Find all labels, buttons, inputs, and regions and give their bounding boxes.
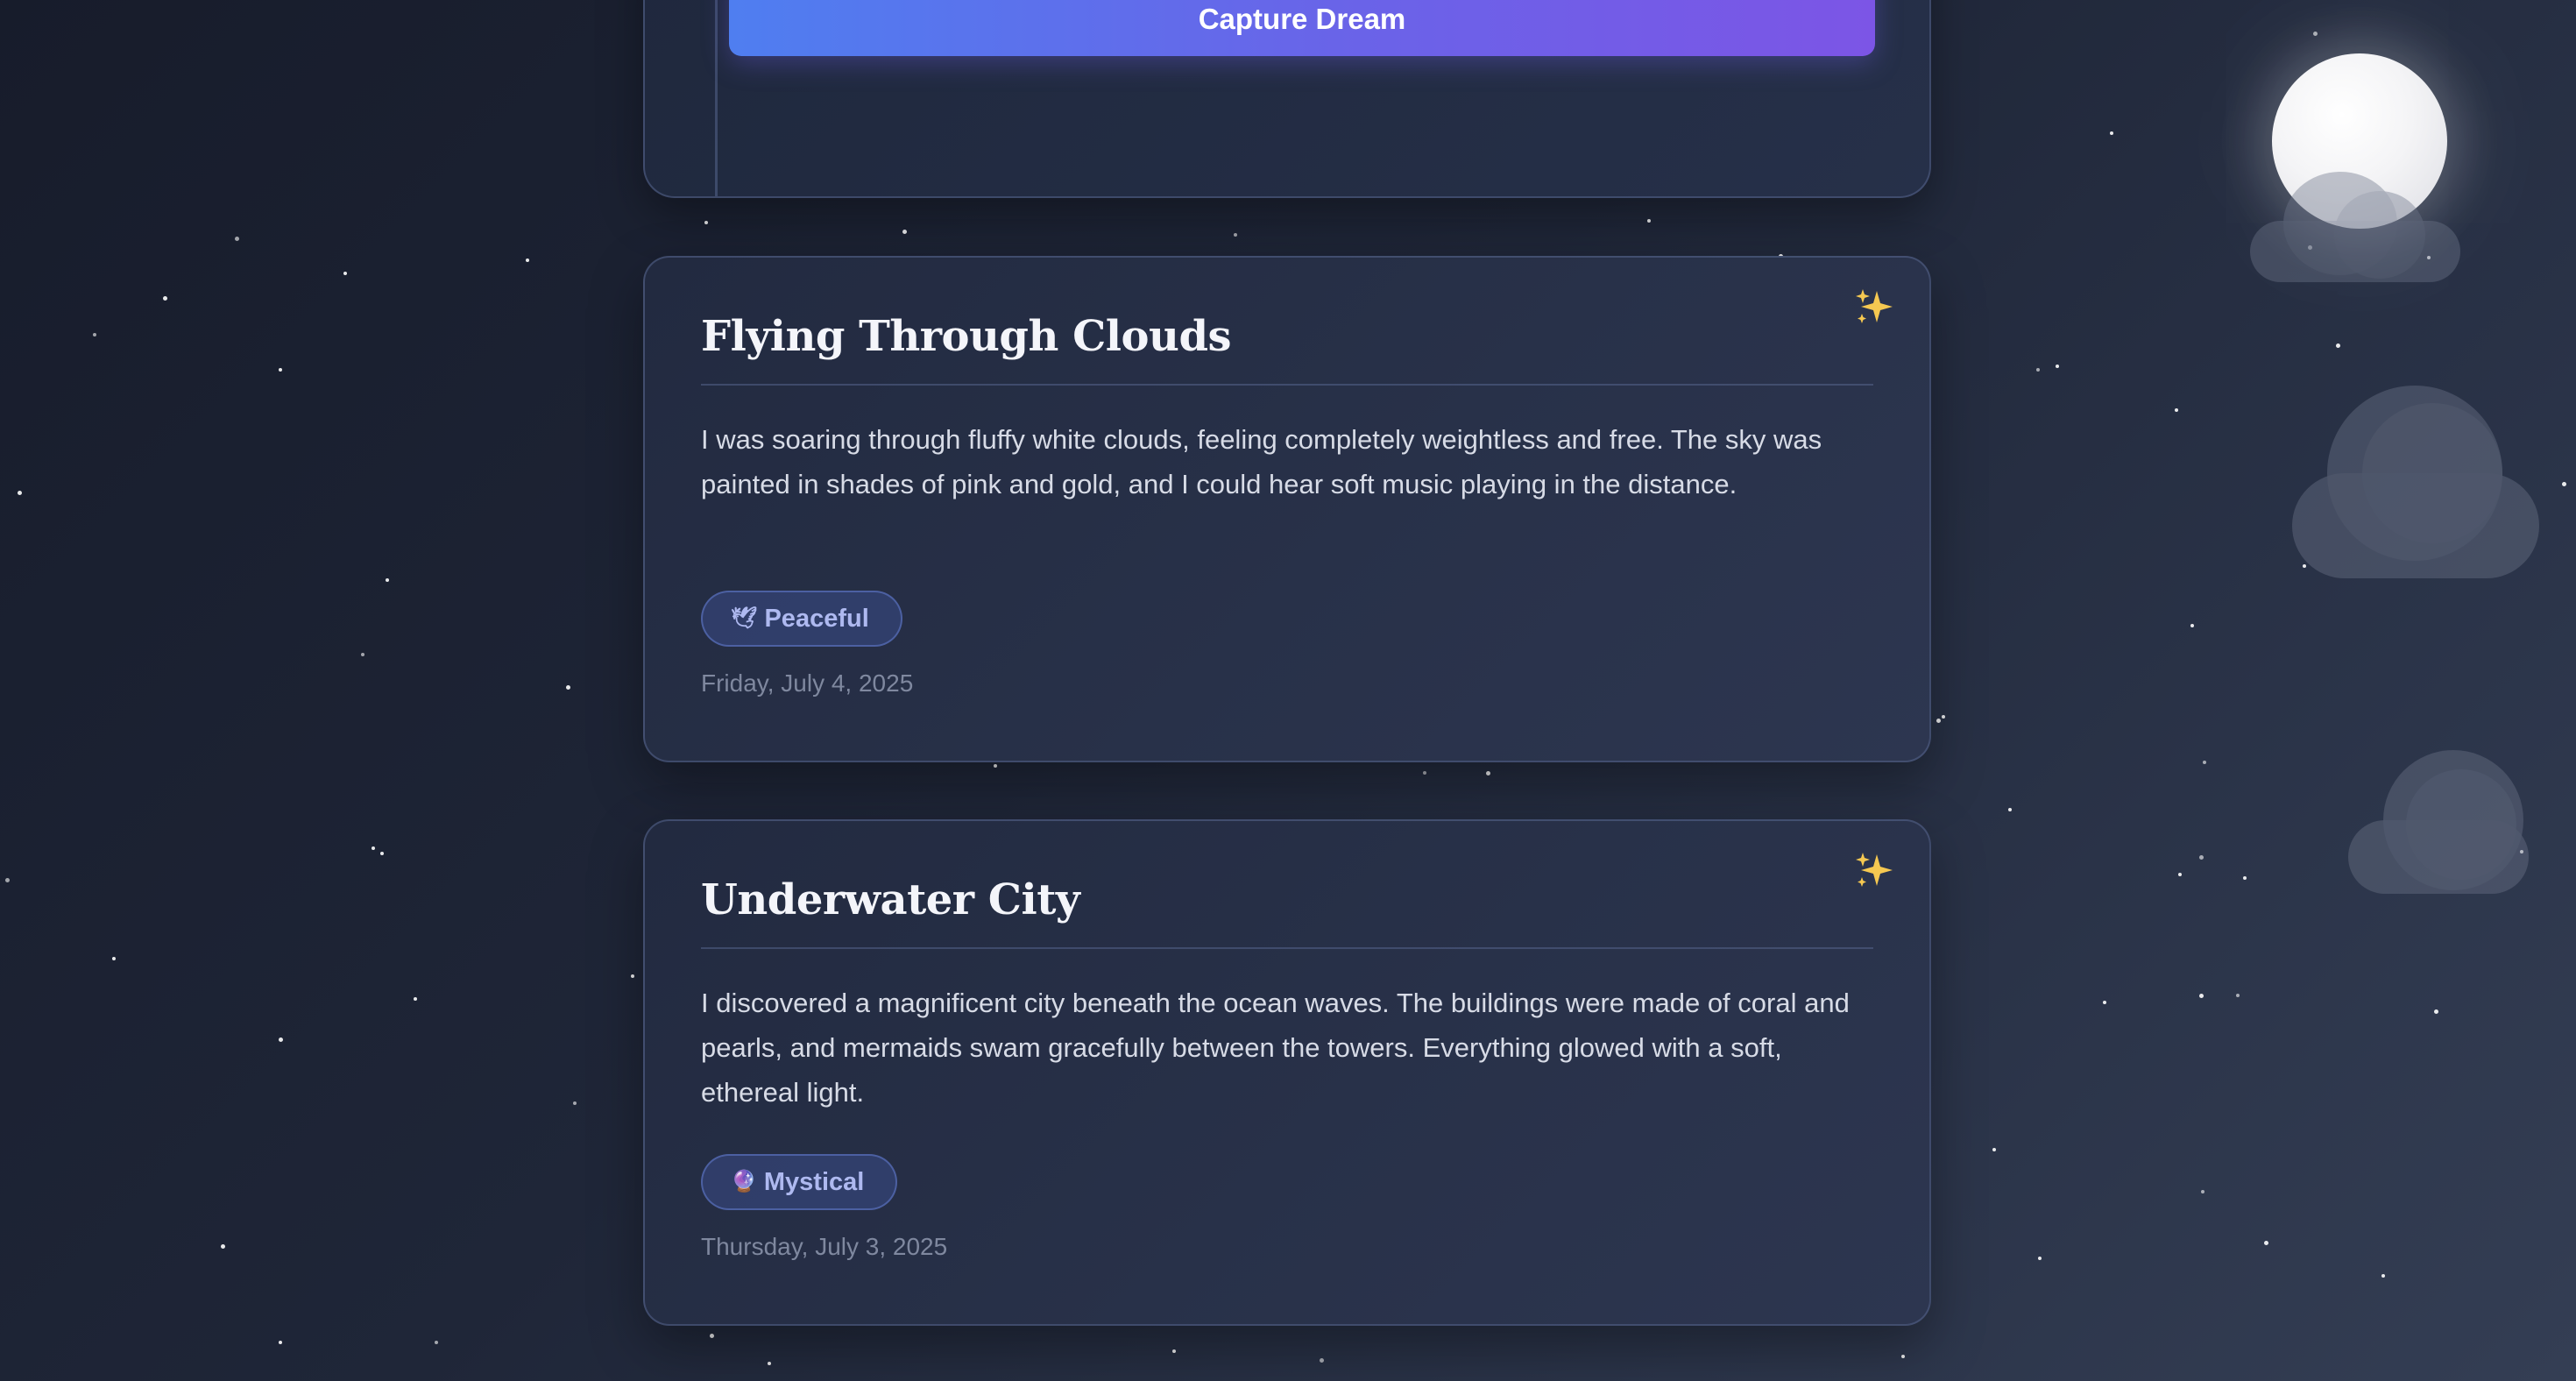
star bbox=[1936, 719, 1941, 723]
star bbox=[768, 1362, 771, 1365]
star bbox=[1172, 1349, 1176, 1353]
dream-date: Thursday, July 3, 2025 bbox=[701, 1233, 948, 1260]
dove-icon: 🕊 bbox=[731, 606, 758, 630]
title-divider bbox=[701, 947, 1873, 949]
cloud bbox=[2250, 172, 2460, 282]
star bbox=[1423, 771, 1426, 775]
star bbox=[343, 272, 347, 275]
star bbox=[2199, 994, 2204, 998]
star bbox=[361, 653, 364, 656]
star bbox=[2434, 1009, 2438, 1014]
star bbox=[1647, 219, 1651, 223]
star bbox=[902, 230, 907, 234]
star bbox=[279, 1038, 283, 1042]
star bbox=[2103, 1001, 2106, 1004]
star bbox=[1320, 1358, 1324, 1363]
star bbox=[2190, 624, 2194, 627]
star bbox=[279, 368, 282, 372]
star bbox=[2313, 32, 2318, 36]
star bbox=[93, 333, 96, 336]
star bbox=[372, 846, 375, 850]
star bbox=[2243, 876, 2247, 880]
mood-label: Peaceful bbox=[764, 604, 869, 633]
star bbox=[704, 221, 708, 224]
mood-label: Mystical bbox=[763, 1167, 865, 1196]
cloud bbox=[2348, 750, 2529, 894]
star bbox=[994, 764, 997, 768]
dream-description: I was soaring through fluffy white cloud… bbox=[701, 424, 1822, 499]
star bbox=[386, 578, 389, 582]
star bbox=[1942, 715, 1945, 719]
cloud bbox=[2292, 386, 2539, 578]
star bbox=[710, 1334, 714, 1338]
star bbox=[221, 1244, 225, 1249]
star bbox=[235, 237, 239, 241]
title-divider bbox=[701, 384, 1873, 386]
dream-description: I discovered a magnificent city beneath … bbox=[701, 988, 1850, 1108]
star bbox=[5, 878, 10, 882]
dream-card: Flying Through Clouds I was soaring thro… bbox=[643, 256, 1931, 762]
star bbox=[2203, 761, 2206, 764]
capture-dream-button[interactable]: Capture Dream bbox=[729, 0, 1875, 56]
dream-title: Underwater City bbox=[701, 875, 1080, 924]
star bbox=[2236, 994, 2240, 997]
dream-date: Friday, July 4, 2025 bbox=[701, 669, 914, 697]
star bbox=[2038, 1257, 2042, 1260]
star bbox=[1992, 1148, 1996, 1151]
star bbox=[2056, 365, 2059, 368]
star bbox=[2175, 408, 2178, 412]
star bbox=[2381, 1274, 2385, 1278]
star bbox=[2201, 1190, 2204, 1193]
star bbox=[526, 258, 529, 262]
star bbox=[2336, 343, 2340, 348]
star bbox=[2199, 855, 2204, 860]
sparkles-icon bbox=[1856, 853, 1893, 887]
mood-badge: 🔮 Mystical bbox=[701, 1154, 898, 1210]
star bbox=[18, 491, 22, 495]
star bbox=[435, 1341, 438, 1344]
dream-card: Underwater City I discovered a magnifice… bbox=[643, 819, 1931, 1326]
star bbox=[2562, 482, 2566, 486]
star bbox=[631, 974, 634, 978]
star bbox=[1234, 233, 1237, 237]
star bbox=[2110, 131, 2113, 135]
star bbox=[2008, 808, 2012, 811]
star bbox=[279, 1341, 282, 1344]
star bbox=[1486, 771, 1490, 775]
mood-badge: 🕊 Peaceful bbox=[701, 591, 902, 647]
dream-title: Flying Through Clouds bbox=[701, 312, 1232, 361]
star bbox=[2178, 873, 2182, 876]
star bbox=[163, 296, 167, 301]
star bbox=[573, 1101, 577, 1105]
star bbox=[2036, 368, 2040, 372]
star bbox=[414, 997, 417, 1001]
star bbox=[1901, 1355, 1905, 1358]
sparkles-icon bbox=[1856, 289, 1893, 323]
star bbox=[566, 685, 570, 690]
star bbox=[112, 957, 116, 960]
crystal-ball-icon: 🔮 bbox=[731, 1170, 757, 1193]
star bbox=[380, 852, 384, 855]
star bbox=[2264, 1241, 2268, 1245]
form-divider bbox=[715, 0, 718, 196]
